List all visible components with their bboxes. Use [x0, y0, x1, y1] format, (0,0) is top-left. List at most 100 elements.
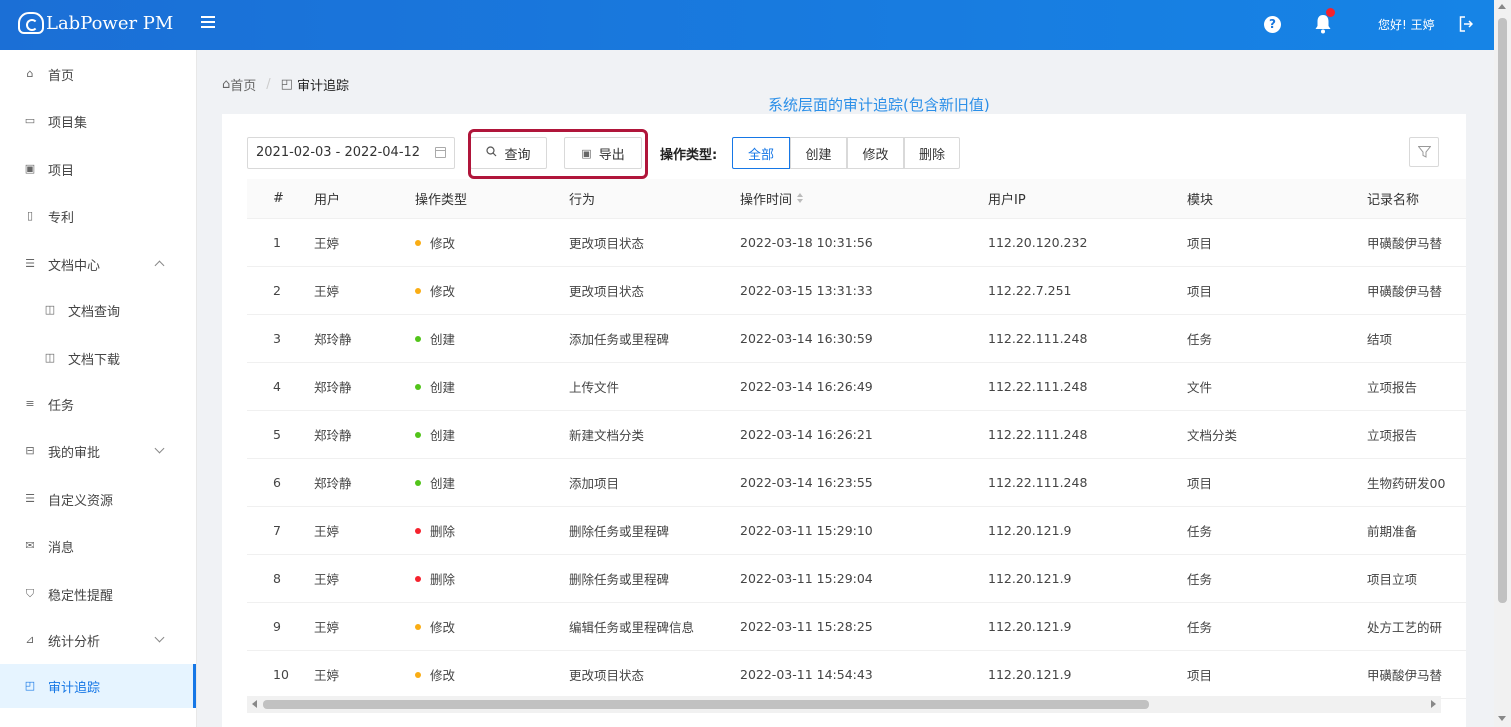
cell-index: 3 [273, 315, 281, 362]
scroll-left-arrow-icon[interactable] [252, 700, 257, 708]
table-row[interactable]: 3 郑玲静 创建 添加任务或里程碑 2022-03-14 16:30:59 112.22.… [247, 315, 1466, 363]
horizontal-scrollbar[interactable] [247, 696, 1441, 713]
sidebar-item-docs[interactable]: ☰ 文档中心 [0, 242, 196, 286]
cell-action: 添加任务或里程碑 [569, 315, 669, 362]
cell-text: 上传文件 [569, 380, 620, 395]
breadcrumb-home[interactable]: 首页 [230, 75, 256, 94]
scroll-down-arrow-icon[interactable] [1498, 716, 1506, 721]
cell-text: 112.22.111.248 [988, 331, 1088, 346]
status-dot [415, 383, 421, 390]
cell-ip: 112.22.111.248 [988, 315, 1087, 362]
table-row[interactable]: 7 王婷 删除 删除任务或里程碑 2022-03-11 15:29:10 112.20.1… [247, 507, 1466, 555]
cell-text: 8 [273, 571, 281, 586]
sidebar-item-approval[interactable]: ⊟ 我的审批 [0, 429, 196, 473]
cell-text: 2022-03-14 16:30:59 [740, 331, 873, 346]
sidebar-item-patent[interactable]: ▯ 专利 [0, 194, 196, 238]
calendar-icon [435, 147, 446, 158]
date-range-picker[interactable]: 2021-02-03 - 2022-04-12 [247, 137, 455, 169]
cell-text: 4 [273, 379, 281, 394]
table-row[interactable]: 10 王婷 修改 更改项目状态 2022-03-11 14:54:43 112.20.12… [247, 651, 1466, 699]
sidebar-item-project[interactable]: ▣ 项目 [0, 147, 196, 191]
col-op-type: 操作类型 [415, 193, 468, 208]
cell-index: 9 [273, 603, 281, 650]
scroll-up-arrow-icon[interactable] [1498, 4, 1506, 9]
cell-user: 王婷 [314, 267, 339, 314]
cell-user: 王婷 [314, 507, 339, 554]
sidebar-item-stability[interactable]: ⛉ 稳定性提醒 [0, 572, 196, 616]
cell-text: 任务 [1187, 524, 1213, 539]
table-row[interactable]: 9 王婷 修改 编辑任务或里程碑信息 2022-03-11 15:28:25 112.20… [247, 603, 1466, 651]
cell-text: 任务 [1187, 332, 1213, 347]
cell-index: 2 [273, 267, 281, 314]
cell-record: 项目立项 [1367, 555, 1447, 602]
op-type-create[interactable]: 创建 [790, 137, 847, 169]
cell-text: 6 [273, 475, 281, 490]
brand-logo[interactable]: LabPower PM [18, 12, 173, 34]
table-row[interactable]: 5 郑玲静 创建 新建文档分类 2022-03-14 16:26:21 112.22.11… [247, 411, 1466, 459]
bell-icon[interactable] [1314, 8, 1335, 34]
home-icon[interactable]: ⌂ [222, 77, 230, 92]
cell-text: 2022-03-14 16:26:49 [740, 379, 873, 394]
cell-user: 王婷 [314, 603, 339, 650]
cell-text: 前期准备 [1367, 524, 1418, 539]
cell-action: 更改项目状态 [569, 267, 644, 314]
cell-text: 甲磺酸伊马替 [1367, 668, 1443, 683]
cell-op-time: 2022-03-11 15:29:10 [740, 507, 873, 554]
cell-text: 2022-03-14 16:23:55 [740, 475, 873, 490]
cell-text: 112.20.121.9 [988, 571, 1072, 586]
cell-ip: 112.22.111.248 [988, 459, 1087, 506]
cell-index: 4 [273, 363, 281, 410]
cell-text: 112.20.121.9 [988, 667, 1072, 682]
status-dot [415, 335, 421, 342]
cell-op-time: 2022-03-14 16:30:59 [740, 315, 873, 362]
table-row[interactable]: 8 王婷 删除 删除任务或里程碑 2022-03-11 15:29:04 112.20.1… [247, 555, 1466, 603]
sidebar-item-label: 项目集 [48, 115, 88, 131]
sidebar-item-label: 统计分析 [48, 634, 101, 650]
user-greeting[interactable]: 您好! 王婷 [1378, 16, 1435, 33]
filter-button[interactable] [1409, 137, 1439, 167]
help-icon[interactable]: ? [1264, 16, 1281, 33]
cell-text: 创建 [430, 476, 456, 491]
sidebar-item-task[interactable]: ≡ 任务 [0, 382, 196, 426]
col-action: 行为 [569, 193, 596, 208]
op-type-modify[interactable]: 修改 [847, 137, 904, 169]
col-op-time[interactable]: 操作时间 [740, 179, 804, 218]
cell-text: 112.22.111.248 [988, 475, 1088, 490]
sidebar-item-custom-resource[interactable]: ☰ 自定义资源 [0, 477, 196, 521]
cell-text: 更改项目状态 [569, 668, 645, 683]
sidebar-item-message[interactable]: ✉ 消息 [0, 524, 196, 568]
table-row[interactable]: 6 郑玲静 创建 添加项目 2022-03-14 16:23:55 112.22.111.… [247, 459, 1466, 507]
scrollbar-thumb[interactable] [1498, 18, 1507, 603]
scrollbar-thumb[interactable] [263, 700, 1149, 709]
cell-text: 添加任务或里程碑 [569, 332, 670, 347]
table-row[interactable]: 4 郑玲静 创建 上传文件 2022-03-14 16:26:49 112.22.111.… [247, 363, 1466, 411]
op-type-all[interactable]: 全部 [732, 137, 790, 169]
table-row[interactable]: 1 王婷 修改 更改项目状态 2022-03-18 10:31:56 112.20.120… [247, 219, 1466, 267]
scroll-right-arrow-icon[interactable] [1431, 700, 1436, 708]
sidebar-item-audit[interactable]: ◰ 审计追踪 [0, 664, 196, 708]
cell-record: 结项 [1367, 315, 1447, 362]
chevron-down-icon [154, 632, 165, 643]
col-op-time-label: 操作时间 [740, 193, 793, 208]
sidebar-item-project-set[interactable]: ▭ 项目集 [0, 99, 196, 143]
cloud-logo-icon [18, 12, 44, 34]
sidebar-item-doc-download[interactable]: ◫ 文档下载 [0, 336, 196, 380]
cell-text: 5 [273, 427, 281, 442]
menu-toggle-icon[interactable] [201, 16, 215, 30]
sidebar-item-home[interactable]: ⌂ 首页 [0, 52, 196, 96]
cell-text: 郑玲静 [314, 428, 352, 443]
cell-op-type: 创建 [415, 315, 455, 362]
cell-ip: 112.22.7.251 [988, 267, 1072, 314]
sidebar-item-statistics[interactable]: ⊿ 统计分析 [0, 618, 196, 662]
cell-record: 甲磺酸伊马替 [1367, 267, 1447, 314]
resource-icon: ☰ [25, 492, 35, 505]
table-header: # 用户 操作类型 行为 操作时间 用户IP 模块 记录名称 [247, 179, 1466, 219]
table-row[interactable]: 2 王婷 修改 更改项目状态 2022-03-15 13:31:33 112.22.7.2… [247, 267, 1466, 315]
breadcrumb-current: 审计追踪 [296, 79, 349, 94]
sidebar-item-doc-query[interactable]: ◫ 文档查询 [0, 288, 196, 332]
cell-text: 10 [273, 667, 289, 682]
logout-icon[interactable] [1459, 16, 1474, 32]
op-type-delete[interactable]: 删除 [904, 137, 960, 169]
sort-icon[interactable] [797, 193, 804, 204]
vertical-scrollbar[interactable] [1494, 0, 1511, 727]
